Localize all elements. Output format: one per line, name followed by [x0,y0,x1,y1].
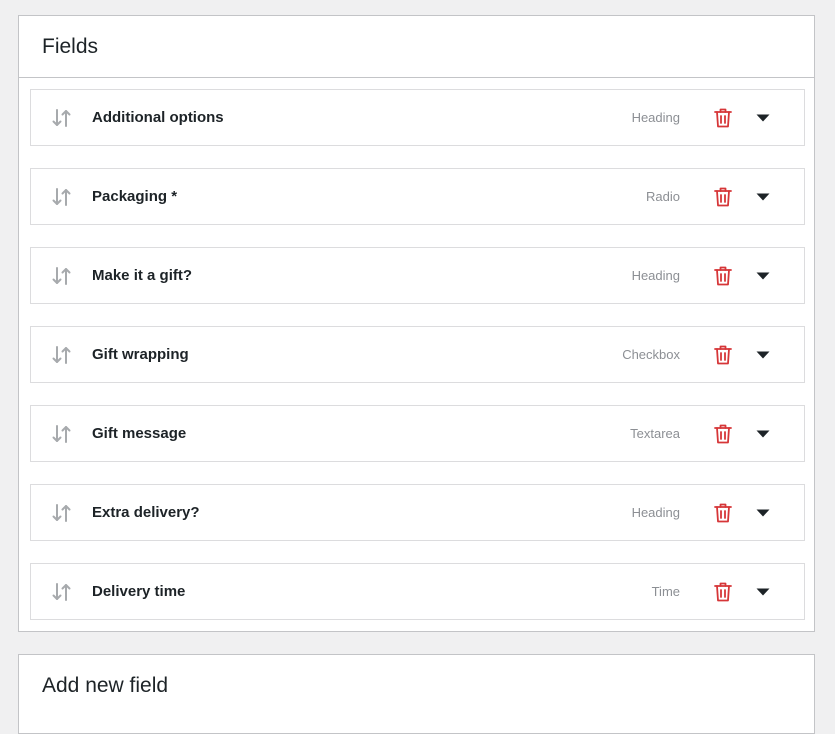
trash-icon [714,582,732,601]
sort-arrows-icon[interactable] [51,344,73,366]
add-field-panel-header: Add new field [19,655,814,717]
field-type: Heading [631,268,680,283]
fields-panel-title: Fields [42,34,99,58]
sort-arrows-icon[interactable] [51,502,73,524]
delete-field-button[interactable] [712,106,734,130]
caret-down-icon [756,509,770,516]
sort-arrows-icon[interactable] [51,581,73,603]
caret-down-icon [756,351,770,358]
field-row[interactable]: Make it a gift? Heading [30,247,805,304]
field-row[interactable]: Extra delivery? Heading [30,484,805,541]
field-type: Heading [631,110,680,125]
delete-field-button[interactable] [712,264,734,288]
field-type: Radio [646,189,680,204]
caret-down-icon [756,272,770,279]
field-row[interactable]: Gift message Textarea [30,405,805,462]
field-label: Extra delivery? [92,504,200,521]
field-row[interactable]: Additional options Heading [30,89,805,146]
add-field-panel-title: Add new field [42,674,169,697]
sort-arrows-icon[interactable] [51,107,73,129]
caret-down-icon [756,193,770,200]
expand-field-button[interactable] [752,423,774,445]
field-row[interactable]: Gift wrapping Checkbox [30,326,805,383]
trash-icon [714,266,732,285]
expand-field-button[interactable] [752,186,774,208]
field-label: Packaging * [92,188,178,205]
delete-field-button[interactable] [712,501,734,525]
field-row[interactable]: Packaging * Radio [30,168,805,225]
expand-field-button[interactable] [752,344,774,366]
field-label: Additional options [92,109,224,126]
field-label: Gift message [92,425,187,442]
field-label: Delivery time [92,583,186,600]
expand-field-button[interactable] [752,107,774,129]
sort-arrows-icon[interactable] [51,265,73,287]
delete-field-button[interactable] [712,580,734,604]
field-label: Gift wrapping [92,346,189,363]
trash-icon [714,424,732,443]
fields-panel-header: Fields [19,16,814,78]
field-type: Time [651,584,680,599]
trash-icon [714,503,732,522]
trash-icon [714,345,732,364]
expand-field-button[interactable] [752,265,774,287]
caret-down-icon [756,114,770,121]
field-type: Heading [631,505,680,520]
sort-arrows-icon[interactable] [51,186,73,208]
add-field-panel: Add new field [18,654,815,734]
field-type: Checkbox [622,347,680,362]
field-row[interactable]: Delivery time Time [30,563,805,620]
field-type: Textarea [630,426,680,441]
delete-field-button[interactable] [712,343,734,367]
sort-arrows-icon[interactable] [51,423,73,445]
field-label: Make it a gift? [92,267,193,284]
delete-field-button[interactable] [712,185,734,209]
caret-down-icon [756,588,770,595]
fields-panel: Fields Additional options Heading Packag… [18,15,815,632]
caret-down-icon [756,430,770,437]
trash-icon [714,108,732,127]
trash-icon [714,187,732,206]
expand-field-button[interactable] [752,502,774,524]
delete-field-button[interactable] [712,422,734,446]
expand-field-button[interactable] [752,581,774,603]
